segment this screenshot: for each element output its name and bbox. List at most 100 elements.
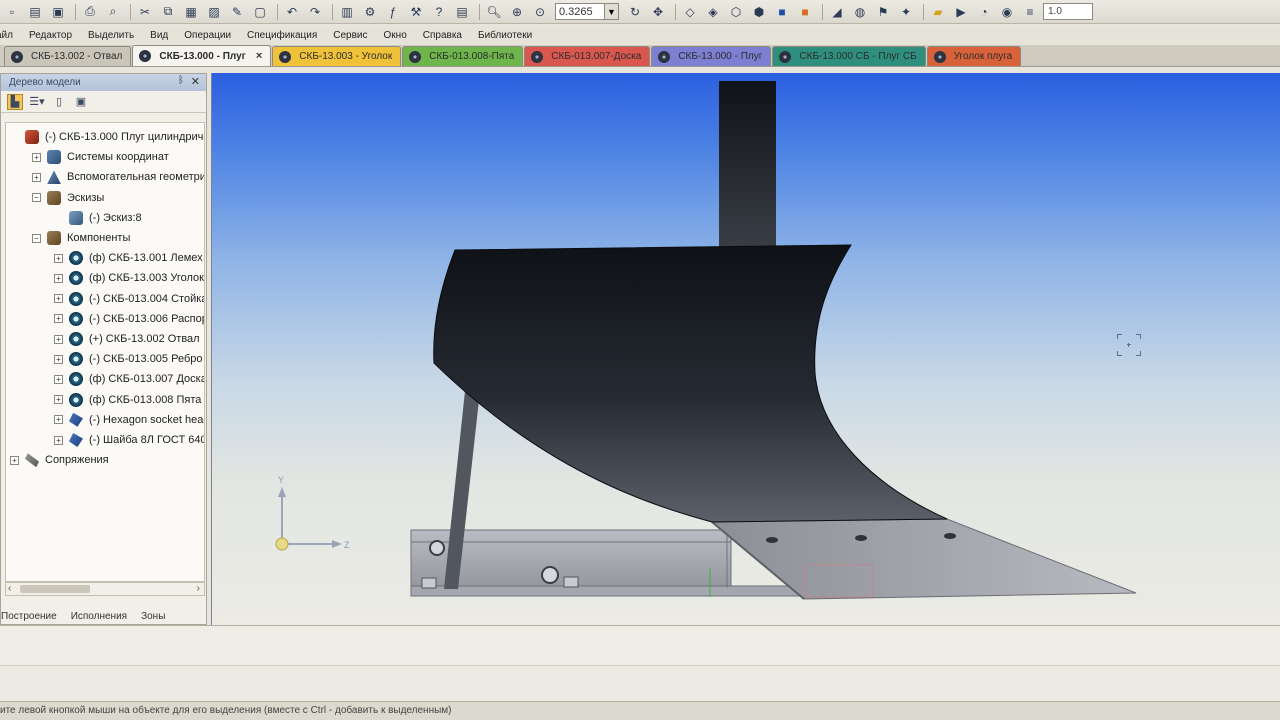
menu-view[interactable]: Вид [150,30,168,41]
document-tab[interactable]: СКБ-13.000 - Плуг [651,46,772,66]
plow-moldboard[interactable] [433,244,948,523]
menu-window[interactable]: Окно [384,30,407,41]
tree-structure-icon[interactable]: ▙ [7,93,23,110]
zoom-icon[interactable]: 🔍︎ [484,3,504,21]
tree-item[interactable]: + (ф) СКБ-013.008 Пята [54,390,201,410]
pin-icon[interactable]: ᛒ [178,75,184,86]
filter-icon[interactable]: ⚑ [873,3,893,21]
rotate-icon[interactable]: ↻ [625,3,645,21]
tab-executions[interactable]: Исполнения [71,611,127,622]
expand-icon[interactable]: + [54,334,63,344]
measure-icon[interactable]: ◔ [974,3,994,21]
format-icon[interactable]: ▨ [204,3,224,21]
menu-operations[interactable]: Операции [184,30,231,41]
collapse-icon[interactable]: − [32,193,41,203]
undo-icon[interactable]: ↶ [282,3,302,21]
tab-zones[interactable]: Зоны [141,611,165,622]
expand-icon[interactable]: + [32,172,41,182]
preview-icon[interactable]: ⌕ [103,3,123,21]
run-icon[interactable]: ▶ [951,3,971,21]
scroll-thumb[interactable] [20,585,90,593]
tree-item[interactable]: + (ф) СКБ-13.001 Лемех [54,248,203,268]
layers-icon[interactable]: ▤ [452,3,472,21]
plow-post[interactable] [719,81,776,251]
properties-icon[interactable]: ✎ [227,3,247,21]
shaded-icon[interactable]: ■ [772,3,792,21]
expand-icon[interactable]: + [10,455,19,465]
zoom-window-icon[interactable]: ⊕ [507,3,527,21]
new-file-icon[interactable]: ▫ [2,3,22,21]
perspective-icon[interactable]: ◢ [827,3,847,21]
snap-icon[interactable]: ✦ [896,3,916,21]
collapse-icon[interactable]: − [32,233,41,243]
tree-item[interactable]: + (-) Hexagon socket head [54,410,204,430]
manager-icon[interactable]: ▥ [337,3,357,21]
tree-item[interactable]: + (-) СКБ-013.004 Стойка [54,289,204,309]
layer-icon[interactable]: ≡ [1020,3,1040,21]
mass-icon[interactable]: ◉ [997,3,1017,21]
wireframe-icon[interactable]: ⬡ [726,3,746,21]
open-file-icon[interactable]: ▤ [25,3,45,21]
library-icon[interactable]: ⚒ [406,3,426,21]
menu-file[interactable]: айл [0,30,13,41]
tab-construction[interactable]: Построение [1,611,57,622]
tree-item[interactable]: − Компоненты [32,228,130,248]
tree-item[interactable]: + (-) Шайба 8Л ГОСТ 6402 [54,430,204,450]
close-tab-icon[interactable]: × [256,50,262,62]
folder-icon[interactable]: ▰ [928,3,948,21]
expand-icon[interactable]: + [54,314,63,324]
scroll-right-icon[interactable]: › [197,583,200,594]
menu-help[interactable]: Справка [423,30,462,41]
zoom-scale-input[interactable] [555,3,605,20]
tree-horizontal-scrollbar[interactable]: ‹ › [5,582,205,596]
bolt-head[interactable] [429,540,445,556]
document-tab[interactable]: СКБ-13.000 СБ - Плуг СБ [772,46,926,66]
tree-item[interactable]: + (-) СКБ-013.005 Ребро [54,349,202,369]
help-icon[interactable]: ? [429,3,449,21]
expand-icon[interactable]: + [54,374,63,384]
scroll-left-icon[interactable]: ‹ [8,583,11,594]
tree-item[interactable]: (-) Эскиз:8 [54,208,142,228]
tree-view-mode-icon[interactable]: ☰▾ [29,94,45,110]
expand-icon[interactable]: + [54,354,63,364]
redo-icon[interactable]: ↷ [305,3,325,21]
bolt-nut[interactable] [563,576,579,588]
3d-viewport[interactable]: Y Z [211,73,1280,625]
pan-icon[interactable]: ✥ [648,3,668,21]
view-front-icon[interactable]: ◇ [680,3,700,21]
bolt-nut[interactable] [421,577,437,589]
frame-icon[interactable]: ▢ [250,3,270,21]
section-icon[interactable]: ◍ [850,3,870,21]
tree-item[interactable]: + (+) СКБ-13.002 Отвал [54,329,200,349]
expand-icon[interactable]: + [54,273,63,283]
tree-item[interactable]: + (ф) СКБ-13.003 Уголок [54,268,204,288]
tree-item[interactable]: + (ф) СКБ-013.007 Доска [54,369,204,389]
frame-bottom-rail[interactable] [410,585,812,597]
view-iso-icon[interactable]: ◈ [703,3,723,21]
function-icon[interactable]: ƒ [383,3,403,21]
document-tab[interactable]: СКБ-13.000 - Плуг × [132,45,272,66]
menu-specification[interactable]: Спецификация [247,30,317,41]
menu-libraries[interactable]: Библиотеки [478,30,532,41]
document-tab[interactable]: СКБ-013.008-Пята [402,46,524,66]
document-tab[interactable]: СКБ-13.002 - Отвал [4,46,132,66]
expand-icon[interactable]: + [54,253,63,263]
save-icon[interactable]: ▣ [48,3,68,21]
expand-icon[interactable]: + [54,395,63,405]
expand-icon[interactable]: + [54,415,63,425]
close-icon[interactable]: ✕ [191,75,200,88]
tree-item[interactable]: (-) СКБ-13.000 Плуг цилиндрический [10,127,204,147]
tree-item[interactable]: + Сопряжения [10,450,109,470]
tree-filter-icon[interactable]: ▯ [51,94,67,110]
expand-icon[interactable]: + [54,294,63,304]
line-width-input[interactable] [1043,3,1093,20]
expand-icon[interactable]: + [32,152,41,162]
menu-service[interactable]: Сервис [333,30,367,41]
tree-item[interactable]: + Системы координат [32,147,169,167]
tree-settings-icon[interactable]: ▣ [73,94,89,110]
paste-icon[interactable]: ▦ [181,3,201,21]
tree-item[interactable]: − Эскизы [32,188,104,208]
hidden-lines-icon[interactable]: ⬢ [749,3,769,21]
tree-item[interactable]: + Вспомогательная геометрия [32,167,204,187]
document-tab[interactable]: СКБ-013.007-Доска [524,46,651,66]
